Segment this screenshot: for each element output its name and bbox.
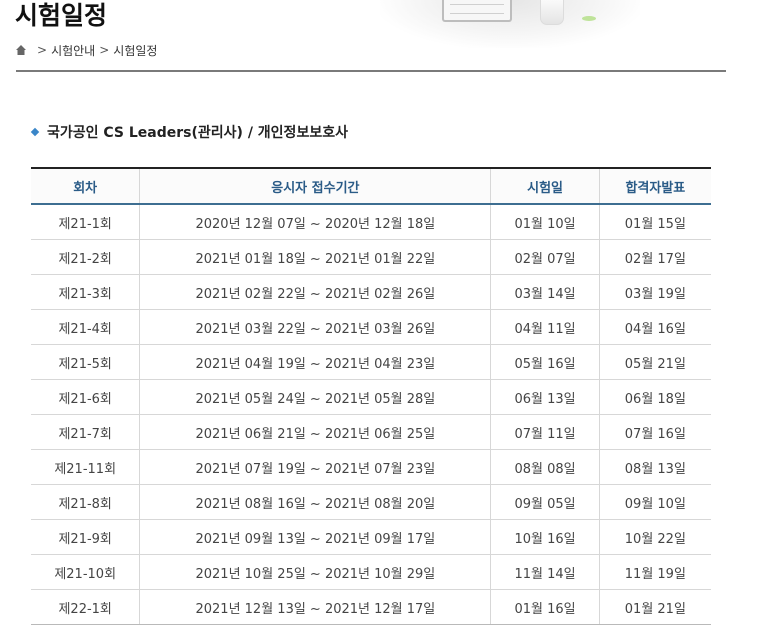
cell-exam-date: 04월 11일 [490,309,600,345]
cell-exam-date: 05월 16일 [490,344,600,380]
cell-registration-period: 2021년 08월 16일 ~ 2021년 08월 20일 [139,484,491,520]
cell-round: 제21-5회 [31,344,140,380]
cell-registration-period: 2021년 03월 22일 ~ 2021년 03월 26일 [139,309,491,345]
cell-registration-period: 2021년 09월 13일 ~ 2021년 09월 17일 [139,519,491,555]
cell-registration-period: 2021년 05월 24일 ~ 2021년 05월 28일 [139,379,491,415]
cell-result-date: 09월 10일 [598,484,711,520]
cell-exam-date: 02월 07일 [490,239,600,275]
column-header-result-announcement: 합격자발표 [598,167,711,205]
cell-result-date: 06월 18일 [598,379,711,415]
table-row: 제22-1회 2021년 12월 13일 ~ 2021년 12월 17일 01월 1… [31,589,711,625]
table-row: 제21-1회 2020년 12월 07일 ~ 2020년 12월 18일 01월 1… [31,204,711,240]
cell-exam-date: 07월 11일 [490,414,600,450]
table-header-row: 회차 응시자 접수기간 시험일 합격자발표 [31,167,711,205]
header-decoration [380,0,640,48]
cell-round: 제21-6회 [31,379,140,415]
cell-registration-period: 2021년 10월 25일 ~ 2021년 10월 29일 [139,554,491,590]
table-row: 제21-5회 2021년 04월 19일 ~ 2021년 04월 23일 05월 1… [31,344,711,380]
cell-round: 제22-1회 [31,589,140,625]
cell-result-date: 04월 16일 [598,309,711,345]
cell-registration-period: 2021년 07월 19일 ~ 2021년 07월 23일 [139,449,491,485]
cell-registration-period: 2021년 02월 22일 ~ 2021년 02월 26일 [139,274,491,310]
saucer-illustration [582,16,596,21]
cell-registration-period: 2020년 12월 07일 ~ 2020년 12월 18일 [139,204,491,240]
cell-round: 제21-9회 [31,519,140,555]
cell-exam-date: 03월 14일 [490,274,600,310]
table-row: 제21-8회 2021년 08월 16일 ~ 2021년 08월 20일 09월 0… [31,484,711,520]
section-title: 국가공인 CS Leaders(관리사) / 개인정보보호사 [30,122,348,142]
cell-result-date: 01월 15일 [598,204,711,240]
title-divider [16,70,726,72]
breadcrumb: > 시험안내 > 시험일정 [15,42,157,58]
column-header-registration-period: 응시자 접수기간 [139,167,491,205]
cell-result-date: 10월 22일 [598,519,711,555]
breadcrumb-separator: > [37,43,48,57]
breadcrumb-item-exam-schedule[interactable]: 시험일정 [113,42,157,59]
cell-exam-date: 01월 10일 [490,204,600,240]
cell-round: 제21-1회 [31,204,140,240]
table-row: 제21-11회 2021년 07월 19일 ~ 2021년 07월 23일 08월 … [31,449,711,485]
cell-result-date: 05월 21일 [598,344,711,380]
cell-exam-date: 01월 16일 [490,589,600,625]
table-row: 제21-2회 2021년 01월 18일 ~ 2021년 01월 22일 02월 0… [31,239,711,275]
cell-round: 제21-8회 [31,484,140,520]
cell-result-date: 11월 19일 [598,554,711,590]
clipboard-illustration [442,0,512,22]
cell-registration-period: 2021년 06월 21일 ~ 2021년 06월 25일 [139,414,491,450]
cell-exam-date: 10월 16일 [490,519,600,555]
column-header-exam-date: 시험일 [490,167,600,205]
cell-round: 제21-3회 [31,274,140,310]
page-title: 시험일정 [15,1,108,30]
table-row: 제21-7회 2021년 06월 21일 ~ 2021년 06월 25일 07월 1… [31,414,711,450]
breadcrumb-separator: > [99,43,110,57]
cell-exam-date: 11월 14일 [490,554,600,590]
cell-result-date: 08월 13일 [598,449,711,485]
cell-round: 제21-4회 [31,309,140,345]
cell-result-date: 02월 17일 [598,239,711,275]
exam-schedule-table: 회차 응시자 접수기간 시험일 합격자발표 제21-1회 2020년 12월 07… [31,167,711,625]
table-row: 제21-6회 2021년 05월 24일 ~ 2021년 05월 28일 06월 1… [31,379,711,415]
section-title-text: 국가공인 CS Leaders(관리사) / 개인정보보호사 [47,125,348,141]
table-row: 제21-10회 2021년 10월 25일 ~ 2021년 10월 29일 11월 … [31,554,711,590]
cell-round: 제21-7회 [31,414,140,450]
breadcrumb-item-exam-info[interactable]: 시험안내 [51,42,95,59]
cell-registration-period: 2021년 01월 18일 ~ 2021년 01월 22일 [139,239,491,275]
cell-exam-date: 08월 08일 [490,449,600,485]
cell-result-date: 01월 21일 [598,589,711,625]
cell-exam-date: 09월 05일 [490,484,600,520]
table-row: 제21-4회 2021년 03월 22일 ~ 2021년 03월 26일 04월 1… [31,309,711,345]
cup-illustration [540,0,564,25]
cell-round: 제21-10회 [31,554,140,590]
cell-registration-period: 2021년 04월 19일 ~ 2021년 04월 23일 [139,344,491,380]
column-header-round: 회차 [31,167,140,205]
table-row: 제21-3회 2021년 02월 22일 ~ 2021년 02월 26일 03월 1… [31,274,711,310]
cell-round: 제21-2회 [31,239,140,275]
home-icon[interactable] [15,44,27,56]
diamond-bullet-icon [30,127,40,137]
cell-result-date: 07월 16일 [598,414,711,450]
cell-round: 제21-11회 [31,449,140,485]
cell-registration-period: 2021년 12월 13일 ~ 2021년 12월 17일 [139,589,491,625]
cell-result-date: 03월 19일 [598,274,711,310]
cell-exam-date: 06월 13일 [490,379,600,415]
table-row: 제21-9회 2021년 09월 13일 ~ 2021년 09월 17일 10월 1… [31,519,711,555]
